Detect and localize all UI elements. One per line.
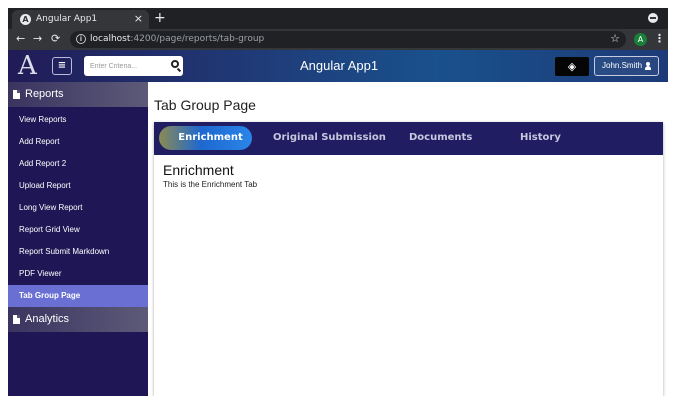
browser-window: A Angular App1 × + ← → ⟳ i localhost:420… — [8, 8, 668, 396]
user-icon — [645, 62, 651, 70]
hamburger-menu-button[interactable]: ≡ — [52, 57, 72, 75]
page-title: Tab Group Page — [154, 97, 256, 113]
search-input[interactable] — [84, 56, 168, 76]
close-tab-icon[interactable]: × — [134, 12, 143, 25]
user-menu-button[interactable]: John.Smith — [594, 56, 659, 76]
search-box — [84, 56, 183, 76]
sidebar: Reports View Reports Add Report Add Repo… — [8, 82, 148, 396]
sidebar-section-reports[interactable]: Reports — [8, 82, 148, 107]
tab-bar: Enrichment Original Submission Documents… — [154, 122, 663, 155]
main-content: Tab Group Page Enrichment Original Submi… — [148, 82, 668, 396]
reload-icon[interactable]: ⟳ — [51, 32, 60, 46]
back-arrow-icon[interactable]: ← — [16, 32, 25, 46]
tab-enrichment[interactable]: Enrichment — [159, 126, 252, 150]
url-text[interactable]: localhost:4200/page/reports/tab-group — [90, 34, 264, 44]
tab-content-title: Enrichment — [163, 162, 234, 178]
sidebar-section-analytics[interactable]: Analytics — [8, 307, 148, 332]
sidebar-item-long-view-report[interactable]: Long View Report — [8, 197, 148, 219]
search-icon[interactable] — [171, 60, 179, 68]
theme-toggle-button[interactable]: ◈ — [555, 57, 589, 76]
sidebar-item-tab-group-page[interactable]: Tab Group Page — [8, 285, 148, 307]
browser-toolbar: ← → ⟳ i localhost:4200/page/reports/tab-… — [8, 29, 668, 50]
address-bar[interactable]: i localhost:4200/page/reports/tab-group … — [70, 31, 626, 48]
window-minimize-icon[interactable] — [648, 13, 658, 23]
app-header: A ≡ Angular App1 ◈ John.Smith — [8, 50, 668, 82]
browser-menu-icon[interactable]: ⋮ — [654, 32, 665, 46]
url-host: localhost — [90, 34, 131, 44]
url-path: :4200/page/reports/tab-group — [130, 34, 265, 44]
sidebar-item-add-report-2[interactable]: Add Report 2 — [8, 153, 148, 175]
user-name: John.Smith — [602, 61, 643, 70]
tab-history[interactable]: History — [520, 132, 561, 143]
tab-group-card: Enrichment Original Submission Documents… — [154, 122, 663, 396]
sidebar-item-report-submit-markdown[interactable]: Report Submit Markdown — [8, 241, 148, 263]
sidebar-item-view-reports[interactable]: View Reports — [8, 109, 148, 131]
app-logo: A — [18, 51, 37, 81]
sidebar-item-add-report[interactable]: Add Report — [8, 131, 148, 153]
document-icon — [13, 315, 20, 324]
browser-tab[interactable]: A Angular App1 × — [12, 10, 149, 29]
angular-favicon-icon: A — [20, 14, 31, 25]
sidebar-item-upload-report[interactable]: Upload Report — [8, 175, 148, 197]
browser-tab-title: Angular App1 — [36, 14, 98, 24]
profile-avatar[interactable]: A — [634, 33, 647, 46]
sidebar-section-label: Reports — [25, 88, 64, 100]
document-icon — [13, 90, 20, 99]
bookmark-star-icon[interactable]: ☆ — [610, 32, 620, 45]
browser-tabstrip: A Angular App1 × + — [8, 8, 668, 29]
tab-documents[interactable]: Documents — [409, 132, 472, 143]
forward-arrow-icon[interactable]: → — [33, 32, 42, 46]
app-title: Angular App1 — [300, 58, 379, 73]
sidebar-item-report-grid-view[interactable]: Report Grid View — [8, 219, 148, 241]
site-info-icon[interactable]: i — [76, 34, 86, 44]
tab-original-submission[interactable]: Original Submission — [273, 132, 386, 143]
tab-content-text: This is the Enrichment Tab — [163, 180, 258, 189]
sidebar-section-label: Analytics — [25, 313, 70, 325]
sidebar-item-pdf-viewer[interactable]: PDF Viewer — [8, 263, 148, 285]
new-tab-icon[interactable]: + — [154, 10, 166, 26]
